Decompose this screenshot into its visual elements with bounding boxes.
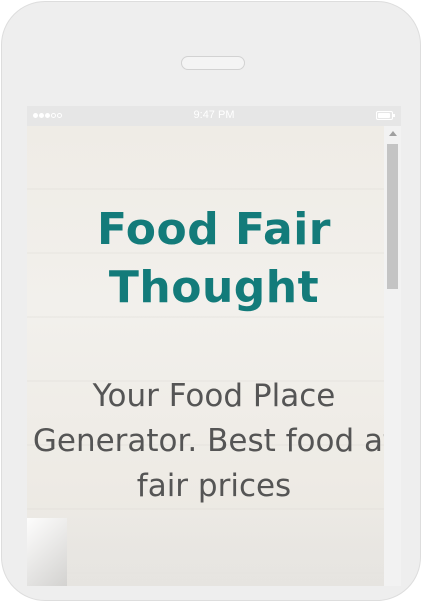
battery-icon bbox=[376, 111, 395, 120]
phone-frame: 9:47 PM Food Fair Thought Your Food Plac… bbox=[1, 1, 421, 601]
phone-screen: 9:47 PM Food Fair Thought Your Food Plac… bbox=[27, 106, 401, 586]
scroll-thumb[interactable] bbox=[387, 144, 398, 289]
vertical-scrollbar[interactable] bbox=[384, 126, 401, 586]
background-image-edge bbox=[27, 508, 401, 586]
hero-title: Food Fair Thought bbox=[97, 204, 331, 313]
phone-speaker bbox=[181, 56, 245, 70]
status-time: 9:47 PM bbox=[193, 109, 235, 121]
hero-subtitle: Your Food Place Generator. Best food at … bbox=[32, 378, 396, 504]
scroll-up-arrow-icon[interactable] bbox=[389, 131, 397, 136]
status-bar: 9:47 PM bbox=[27, 106, 401, 126]
hero-section: Food Fair Thought Your Food Place Genera… bbox=[27, 126, 401, 586]
